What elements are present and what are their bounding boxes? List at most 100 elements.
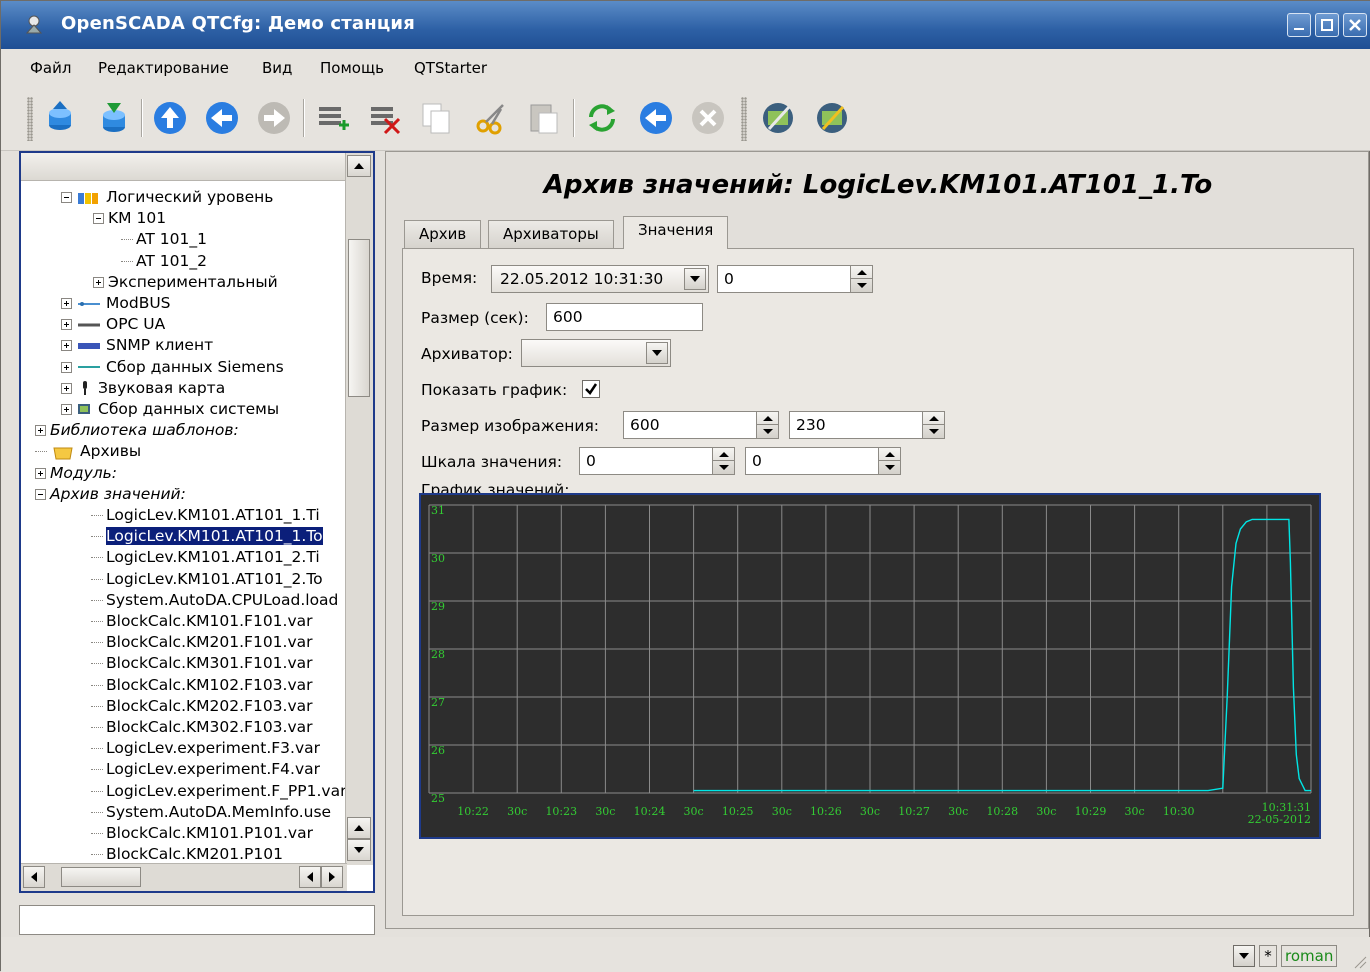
tree-item[interactable]: Сбор данных системы (61, 399, 279, 420)
tree-item[interactable]: System.AutoDA.CPULoad.load (91, 590, 338, 611)
menu-edit[interactable]: Редактирование (98, 59, 229, 77)
archiver-select[interactable] (521, 339, 671, 367)
scroll-down-button[interactable] (347, 839, 371, 861)
time-datetime-field[interactable]: 22.05.2012 10:31:30 (491, 265, 709, 293)
tree-item[interactable]: Сбор данных Siemens (61, 357, 284, 378)
menu-help[interactable]: Помощь (320, 59, 384, 77)
time-dropdown-button[interactable] (684, 268, 706, 290)
tab-archivers[interactable]: Архиваторы (488, 220, 614, 248)
tree-item[interactable]: Архивы (35, 441, 141, 462)
tree-panel[interactable]: Логический уровень KM 101 AT 101_1 AT 101_2… (19, 151, 375, 893)
menu-view[interactable]: Вид (262, 59, 292, 77)
time-usec-spinbox[interactable]: 0 (717, 265, 873, 293)
tree-item[interactable]: BlockCalc.KM302.F103.var (91, 717, 313, 738)
tree-item[interactable]: LogicLev.KM101.AT101_1.Ti (91, 505, 320, 526)
show-graph-checkbox[interactable] (582, 380, 600, 398)
spin-buttons[interactable] (850, 266, 873, 292)
expand-icon[interactable] (61, 340, 72, 352)
user-label[interactable]: roman (1281, 945, 1338, 967)
expand-icon[interactable] (61, 361, 72, 373)
paste-icon[interactable] (525, 99, 563, 137)
tab-values[interactable]: Значения (623, 216, 729, 249)
menu-file[interactable]: Файл (30, 59, 71, 77)
add-item-icon[interactable] (313, 99, 351, 137)
expand-icon[interactable] (35, 467, 46, 479)
tree-item[interactable]: BlockCalc.KM201.F101.var (91, 632, 313, 653)
resize-grip-icon[interactable] (1351, 953, 1367, 969)
station-icon[interactable] (759, 99, 797, 137)
scale-min-spinbox[interactable]: 0 (579, 447, 735, 475)
tree-item[interactable]: BlockCalc.KM101.P101.var (91, 823, 313, 844)
start-icon[interactable] (637, 99, 675, 137)
expand-icon[interactable] (61, 319, 72, 331)
tree-item[interactable]: Экспериментальный (93, 272, 278, 293)
image-width-spinbox[interactable]: 600 (623, 411, 779, 439)
spin-buttons[interactable] (712, 448, 735, 474)
tree-item[interactable]: BlockCalc.KM202.F103.var (91, 696, 313, 717)
back-icon[interactable] (203, 99, 241, 137)
tree-filter-input[interactable] (19, 905, 375, 935)
tree-item[interactable]: LogicLev.experiment.F_PP1.var (91, 781, 346, 802)
tree-item[interactable]: Звуковая карта (61, 378, 225, 399)
maximize-button[interactable] (1315, 13, 1339, 37)
tree-item[interactable]: ModBUS (61, 293, 171, 314)
tree-item[interactable]: BlockCalc.KM102.F103.var (91, 675, 313, 696)
minimize-button[interactable] (1287, 13, 1311, 37)
scroll-up-button[interactable] (347, 155, 371, 177)
expand-icon[interactable] (93, 276, 104, 288)
expand-icon[interactable] (61, 298, 72, 309)
tree-item[interactable]: LogicLev.KM101.AT101_2.To (91, 569, 323, 590)
expand-icon[interactable] (61, 382, 72, 394)
archiver-dropdown-button[interactable] (646, 342, 668, 364)
tree-item[interactable]: LogicLev.KM101.AT101_1.To (91, 526, 324, 547)
cut-icon[interactable] (473, 99, 511, 137)
stop-icon[interactable] (689, 99, 727, 137)
tree-item[interactable]: Модуль: (35, 463, 117, 484)
forward-icon[interactable] (255, 99, 293, 137)
tree-item[interactable]: OPC UA (61, 314, 165, 335)
collapse-icon[interactable] (61, 192, 72, 203)
tree-item[interactable]: LogicLev.experiment.F4.var (91, 759, 320, 780)
scroll-left-button-right[interactable] (299, 866, 321, 888)
refresh-icon[interactable] (583, 99, 621, 137)
size-input[interactable]: 600 (546, 303, 703, 331)
spin-buttons[interactable] (878, 448, 901, 474)
tree-item[interactable]: LogicLev.KM101.AT101_2.Ti (91, 547, 320, 568)
scroll-left-button[interactable] (23, 866, 45, 888)
image-height-spinbox[interactable]: 230 (789, 411, 945, 439)
status-dropdown-button[interactable] (1233, 945, 1255, 967)
collapse-icon[interactable] (93, 213, 104, 225)
tree-horizontal-scrollbar[interactable] (21, 863, 347, 891)
tree-item[interactable]: BlockCalc.KM101.F101.var (91, 611, 313, 632)
toolbar-grip[interactable] (741, 97, 747, 141)
station-config-icon[interactable] (813, 99, 851, 137)
tree-vertical-scrollbar[interactable] (345, 153, 373, 865)
tab-archive[interactable]: Архив (404, 220, 482, 248)
tree-item[interactable]: AT 101_2 (121, 251, 207, 272)
db-save-icon[interactable] (95, 99, 133, 137)
toolbar-grip[interactable] (27, 97, 33, 141)
close-button[interactable] (1343, 13, 1367, 37)
tree-item[interactable]: AT 101_1 (121, 229, 207, 250)
horizontal-scroll-thumb[interactable] (61, 867, 141, 887)
tree-item[interactable]: Архив значений: (35, 484, 186, 505)
delete-item-icon[interactable] (365, 99, 403, 137)
scroll-thumb[interactable] (348, 239, 370, 397)
up-icon[interactable] (151, 99, 189, 137)
tree-item[interactable]: System.AutoDA.MemInfo.use (91, 802, 331, 823)
title-bar[interactable]: OpenSCADA QTCfg: Демо станция (1, 1, 1370, 49)
scale-max-spinbox[interactable]: 0 (745, 447, 901, 475)
copy-icon[interactable] (417, 99, 455, 137)
scroll-up-button-lower[interactable] (347, 817, 371, 839)
scroll-right-button[interactable] (321, 866, 343, 888)
tree-view[interactable]: Логический уровень KM 101 AT 101_1 AT 101_2… (21, 181, 347, 867)
tree-item[interactable]: Логический уровень (61, 187, 273, 208)
tree-item[interactable]: KM 101 (93, 208, 166, 229)
tree-item[interactable]: Библиотека шаблонов: (35, 420, 239, 441)
expand-icon[interactable] (35, 425, 46, 437)
spin-buttons[interactable] (756, 412, 779, 438)
spin-buttons[interactable] (922, 412, 945, 438)
tree-item[interactable]: LogicLev.experiment.F3.var (91, 738, 320, 759)
collapse-icon[interactable] (35, 488, 46, 500)
expand-icon[interactable] (61, 404, 72, 415)
